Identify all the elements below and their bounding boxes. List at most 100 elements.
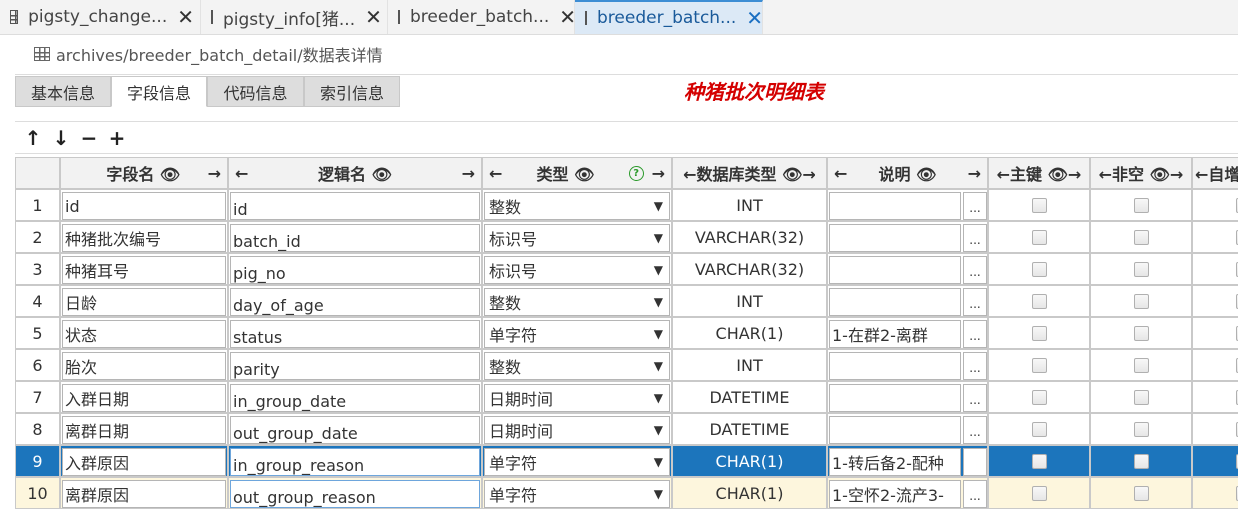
description-input[interactable] [829, 288, 961, 316]
table-row[interactable]: 10 离群原因 out_group_reason 单字符 ▼ CHAR(1) 1-空怀2-流… [15, 477, 1238, 509]
description-input[interactable]: 1-在群2-离群 [829, 320, 961, 348]
table-row[interactable]: 3 种猪耳号 pig_no 标识号 ▼ VARCHAR(32)... [15, 253, 1238, 285]
move-down-button[interactable]: ↓ [51, 126, 71, 150]
ellipsis-button[interactable]: ... [963, 224, 987, 252]
tab-pigsty-change[interactable]: pigsty_change... ✕ [0, 0, 201, 34]
not-null-checkbox[interactable] [1134, 390, 1149, 405]
tab-field-info[interactable]: 字段信息 [111, 76, 207, 107]
table-row[interactable]: 9 入群原因 in_group_reason 单字符 ▼ CHAR(1) 1-转后备2-配种… [15, 445, 1238, 477]
table-row[interactable]: 8 离群日期 out_group_date 日期时间 ▼ DATETIME... [15, 413, 1238, 445]
type-select[interactable]: 整数 ▼ [484, 192, 670, 220]
logic-name-input[interactable]: out_group_date [230, 416, 480, 444]
field-name-input[interactable]: 状态 [62, 320, 226, 348]
type-select[interactable]: 标识号 ▼ [484, 256, 670, 284]
field-name-input[interactable]: 种猪批次编号 [62, 224, 226, 252]
not-null-checkbox[interactable] [1134, 358, 1149, 373]
primary-key-checkbox[interactable] [1032, 294, 1047, 309]
logic-name-input[interactable]: status [230, 320, 480, 348]
field-name-input[interactable]: 离群原因 [62, 480, 226, 508]
logic-name-input[interactable]: in_group_reason [230, 448, 480, 476]
type-select[interactable]: 整数 ▼ [484, 352, 670, 380]
close-icon[interactable]: ✕ [365, 5, 382, 29]
type-select[interactable]: 标识号 ▼ [484, 224, 670, 252]
primary-key-checkbox[interactable] [1032, 390, 1047, 405]
description-input[interactable] [829, 352, 961, 380]
table-row[interactable]: 6 胎次 parity 整数 ▼ INT... [15, 349, 1238, 381]
ellipsis-button[interactable]: ... [963, 352, 987, 380]
type-select[interactable]: 日期时间 ▼ [484, 416, 670, 444]
description-input[interactable] [829, 224, 961, 252]
not-null-checkbox[interactable] [1134, 486, 1149, 501]
tab-index-info[interactable]: 索引信息 [304, 76, 400, 107]
description-input[interactable]: 1-转后备2-配种 [829, 448, 961, 476]
table-row[interactable]: 4 日龄 day_of_age 整数 ▼ INT... [15, 285, 1238, 317]
field-name-input[interactable]: 日龄 [62, 288, 226, 316]
table-row[interactable]: 5 状态 status 单字符 ▼ CHAR(1) 1-在群2-离群... [15, 317, 1238, 349]
arrow-right-icon[interactable]: → [462, 164, 475, 183]
tab-basic-info[interactable]: 基本信息 [15, 76, 111, 107]
arrow-left-icon[interactable]: ← [489, 164, 502, 183]
close-icon[interactable]: ✕ [177, 5, 194, 29]
table-row[interactable]: 7 入群日期 in_group_date 日期时间 ▼ DATETIME... [15, 381, 1238, 413]
ellipsis-button[interactable]: ... [963, 256, 987, 284]
move-up-button[interactable]: ↑ [23, 126, 43, 150]
description-input[interactable] [829, 192, 961, 220]
close-icon[interactable]: ✕ [746, 6, 763, 30]
primary-key-checkbox[interactable] [1032, 454, 1047, 469]
logic-name-input[interactable]: out_group_reason [230, 480, 480, 508]
not-null-checkbox[interactable] [1134, 294, 1149, 309]
primary-key-checkbox[interactable] [1032, 230, 1047, 245]
ellipsis-button[interactable]: ... [963, 416, 987, 444]
tab-pigsty-info[interactable]: pigsty_info[猪... ✕ [201, 0, 388, 34]
arrow-right-icon[interactable]: → [968, 164, 981, 183]
ellipsis-button[interactable]: ... [963, 448, 987, 476]
type-select[interactable]: 整数 ▼ [484, 288, 670, 316]
header-primary-key[interactable]: ←主键 👁→ [988, 157, 1090, 189]
ellipsis-button[interactable]: ... [963, 320, 987, 348]
help-icon[interactable]: ? [628, 165, 644, 181]
primary-key-checkbox[interactable] [1032, 262, 1047, 277]
field-name-input[interactable]: 离群日期 [62, 416, 226, 444]
header-field-name[interactable]: 字段名 👁 → [60, 157, 228, 189]
logic-name-input[interactable]: day_of_age [230, 288, 480, 316]
field-name-input[interactable]: 入群日期 [62, 384, 226, 412]
header-logic-name[interactable]: ← 逻辑名 👁 → [228, 157, 482, 189]
ellipsis-button[interactable]: ... [963, 480, 987, 508]
not-null-checkbox[interactable] [1134, 262, 1149, 277]
description-input[interactable] [829, 384, 961, 412]
tab-code-info[interactable]: 代码信息 [207, 76, 304, 107]
logic-name-input[interactable]: id [230, 192, 480, 220]
description-input[interactable]: 1-空怀2-流产3- [829, 480, 961, 508]
field-name-input[interactable]: id [62, 192, 226, 220]
primary-key-checkbox[interactable] [1032, 486, 1047, 501]
table-row[interactable]: 1 id id 整数 ▼ INT... [15, 189, 1238, 221]
type-select[interactable]: 日期时间 ▼ [484, 384, 670, 412]
header-type[interactable]: ← 类型 👁 ? → [482, 157, 672, 189]
table-row[interactable]: 2 种猪批次编号 batch_id 标识号 ▼ VARCHAR(32)... [15, 221, 1238, 253]
arrow-right-icon[interactable]: → [652, 164, 665, 183]
description-input[interactable] [829, 416, 961, 444]
logic-name-input[interactable]: batch_id [230, 224, 480, 252]
not-null-checkbox[interactable] [1134, 422, 1149, 437]
header-description[interactable]: ← 说明 👁 → [827, 157, 988, 189]
add-row-button[interactable]: + [107, 126, 127, 150]
not-null-checkbox[interactable] [1134, 230, 1149, 245]
ellipsis-button[interactable]: ... [963, 288, 987, 316]
not-null-checkbox[interactable] [1134, 454, 1149, 469]
arrow-left-icon[interactable]: ← [235, 164, 248, 183]
field-name-input[interactable]: 入群原因 [62, 448, 226, 476]
close-icon[interactable]: ✕ [559, 5, 576, 29]
primary-key-checkbox[interactable] [1032, 326, 1047, 341]
logic-name-input[interactable]: pig_no [230, 256, 480, 284]
header-auto-increment[interactable]: ←自增 [1192, 157, 1238, 189]
remove-row-button[interactable]: − [79, 126, 99, 150]
logic-name-input[interactable]: in_group_date [230, 384, 480, 412]
header-db-type[interactable]: ←数据库类型 👁→ [672, 157, 827, 189]
arrow-right-icon[interactable]: → [208, 164, 221, 183]
primary-key-checkbox[interactable] [1032, 422, 1047, 437]
type-select[interactable]: 单字符 ▼ [484, 448, 670, 476]
tab-breeder-batch[interactable]: breeder_batch... ✕ [388, 0, 576, 34]
field-name-input[interactable]: 种猪耳号 [62, 256, 226, 284]
arrow-left-icon[interactable]: ← [834, 164, 847, 183]
primary-key-checkbox[interactable] [1032, 358, 1047, 373]
